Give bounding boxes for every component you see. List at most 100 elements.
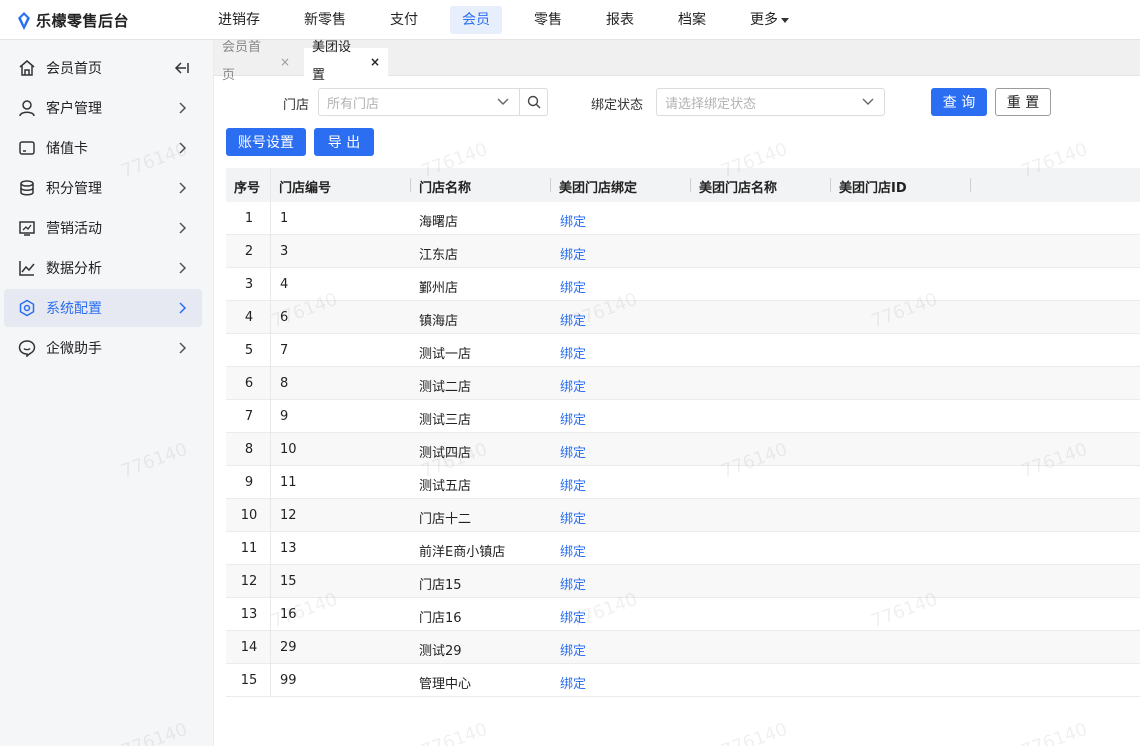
store-name: 门店十二 xyxy=(419,512,472,527)
reset-button[interactable]: 重 置 xyxy=(995,88,1051,116)
topnav-item-retail[interactable]: 零售 xyxy=(522,6,574,34)
search-icon[interactable] xyxy=(519,89,547,115)
bind-link[interactable]: 绑定 xyxy=(560,310,586,329)
store-filter-label: 门店 xyxy=(283,98,310,113)
sidebar-item-wecom-assistant[interactable]: 企微助手 xyxy=(4,329,202,367)
store-name: 测试二店 xyxy=(419,380,472,395)
store-name: 测试四店 xyxy=(419,446,472,461)
row-index: 12 xyxy=(240,574,258,589)
bind-link[interactable]: 绑定 xyxy=(560,541,586,560)
tab-meituan-settings[interactable]: 美团设置 × xyxy=(304,40,388,83)
topnav-item-archive[interactable]: 档案 xyxy=(666,6,718,34)
bind-link[interactable]: 绑定 xyxy=(560,508,586,527)
column-divider xyxy=(970,178,971,192)
sidebar-item-label: 数据分析 xyxy=(46,261,102,277)
chevron-right-icon xyxy=(174,100,190,116)
column-header: 美团门店名称 xyxy=(699,181,778,196)
sidebar-item-system-config[interactable]: 系统配置 xyxy=(4,289,202,327)
sidebar-item-points[interactable]: 积分管理 xyxy=(4,169,202,207)
bind-link[interactable]: 绑定 xyxy=(560,607,586,626)
sidebar-item-label: 营销活动 xyxy=(46,221,102,237)
store-name: 测试三店 xyxy=(419,413,472,428)
store-code: 15 xyxy=(280,574,297,589)
collapse-icon[interactable] xyxy=(174,60,190,76)
topnav-item-member[interactable]: 会员 xyxy=(450,6,502,34)
bind-link[interactable]: 绑定 xyxy=(560,409,586,428)
sidebar-item-stored-value-card[interactable]: 储值卡 xyxy=(4,129,202,167)
store-code: 9 xyxy=(280,409,289,424)
store-name: 管理中心 xyxy=(419,677,472,692)
sidebar: 会员首页 客户管理 储值卡 积分管理 营销活动 数据分析 系统配置 企微助手 xyxy=(0,40,214,746)
account-settings-button[interactable]: 账号设置 xyxy=(226,128,306,156)
bind-status-select[interactable]: 请选择绑定状态 xyxy=(656,88,885,116)
bind-link[interactable]: 绑定 xyxy=(560,640,586,659)
table-row: 13 16 门店16 绑定 xyxy=(226,598,1140,631)
table-row: 11 13 前洋E商小镇店 绑定 xyxy=(226,532,1140,565)
store-code: 6 xyxy=(280,310,289,325)
table-row: 2 3 江东店 绑定 xyxy=(226,235,1140,268)
sidebar-item-label: 客户管理 xyxy=(46,101,102,117)
bind-link[interactable]: 绑定 xyxy=(560,673,586,692)
store-name: 测试五店 xyxy=(419,479,472,494)
table-row: 10 12 门店十二 绑定 xyxy=(226,499,1140,532)
bind-link[interactable]: 绑定 xyxy=(560,442,586,461)
query-button[interactable]: 查 询 xyxy=(931,88,987,116)
topnav-item-more[interactable]: 更多 xyxy=(738,6,801,34)
store-code: 12 xyxy=(280,508,297,523)
export-button[interactable]: 导 出 xyxy=(314,128,374,156)
topnav-label: 支付 xyxy=(390,12,418,28)
line-chart-icon xyxy=(18,259,36,277)
bind-link[interactable]: 绑定 xyxy=(560,574,586,593)
topnav-item-new-retail[interactable]: 新零售 xyxy=(292,6,358,34)
table-row: 15 99 管理中心 绑定 xyxy=(226,664,1140,697)
coins-icon xyxy=(18,179,36,197)
close-icon[interactable]: × xyxy=(370,48,380,76)
sidebar-item-marketing[interactable]: 营销活动 xyxy=(4,209,202,247)
chevron-right-icon xyxy=(174,260,190,276)
sidebar-item-customers[interactable]: 客户管理 xyxy=(4,89,202,127)
bind-link[interactable]: 绑定 xyxy=(560,211,586,230)
sidebar-item-analytics[interactable]: 数据分析 xyxy=(4,249,202,287)
sidebar-item-label: 积分管理 xyxy=(46,181,102,197)
bind-link[interactable]: 绑定 xyxy=(560,244,586,263)
bind-link[interactable]: 绑定 xyxy=(560,277,586,296)
table-row: 6 8 测试二店 绑定 xyxy=(226,367,1140,400)
store-code: 13 xyxy=(280,541,297,556)
store-select[interactable]: 所有门店 xyxy=(318,88,548,116)
bind-link[interactable]: 绑定 xyxy=(560,475,586,494)
topnav-item-payment[interactable]: 支付 xyxy=(378,6,430,34)
column-divider xyxy=(830,178,831,192)
topnav-label: 更多 xyxy=(750,12,778,28)
store-code: 29 xyxy=(280,640,297,655)
store-name: 镇海店 xyxy=(419,314,459,329)
brand[interactable]: 乐檬零售后台 xyxy=(16,10,129,31)
chevron-right-icon xyxy=(174,180,190,196)
row-index: 10 xyxy=(240,508,258,523)
table-row: 5 7 测试一店 绑定 xyxy=(226,334,1140,367)
column-header: 门店编号 xyxy=(279,181,332,196)
sidebar-item-member-home[interactable]: 会员首页 xyxy=(4,49,202,87)
index-column-divider xyxy=(270,168,271,696)
watermark-text: 776140 xyxy=(418,718,491,746)
store-name: 鄞州店 xyxy=(419,281,459,296)
column-header: 美团门店ID xyxy=(839,181,907,196)
table-row: 12 15 门店15 绑定 xyxy=(226,565,1140,598)
store-code: 7 xyxy=(280,343,289,358)
table-row: 7 9 测试三店 绑定 xyxy=(226,400,1140,433)
column-divider xyxy=(410,178,411,192)
row-index: 5 xyxy=(244,343,254,358)
app-title: 乐檬零售后台 xyxy=(36,12,130,30)
close-icon[interactable]: × xyxy=(280,48,290,76)
row-index: 9 xyxy=(244,475,254,490)
store-binding-table: 序号 门店编号 门店名称 美团门店绑定 美团门店名称 美团门店ID 1 1 海曙店绑… xyxy=(226,168,1140,697)
row-index: 4 xyxy=(244,310,254,325)
bind-link[interactable]: 绑定 xyxy=(560,376,586,395)
row-index: 15 xyxy=(240,673,258,688)
topnav-item-reports[interactable]: 报表 xyxy=(594,6,646,34)
bind-link[interactable]: 绑定 xyxy=(560,343,586,362)
tab-member-home[interactable]: 会员首页 × xyxy=(214,40,298,83)
row-index: 13 xyxy=(240,607,258,622)
chevron-down-icon xyxy=(862,98,876,106)
topnav-item-inventory[interactable]: 进销存 xyxy=(206,6,272,34)
store-code: 3 xyxy=(280,244,289,259)
